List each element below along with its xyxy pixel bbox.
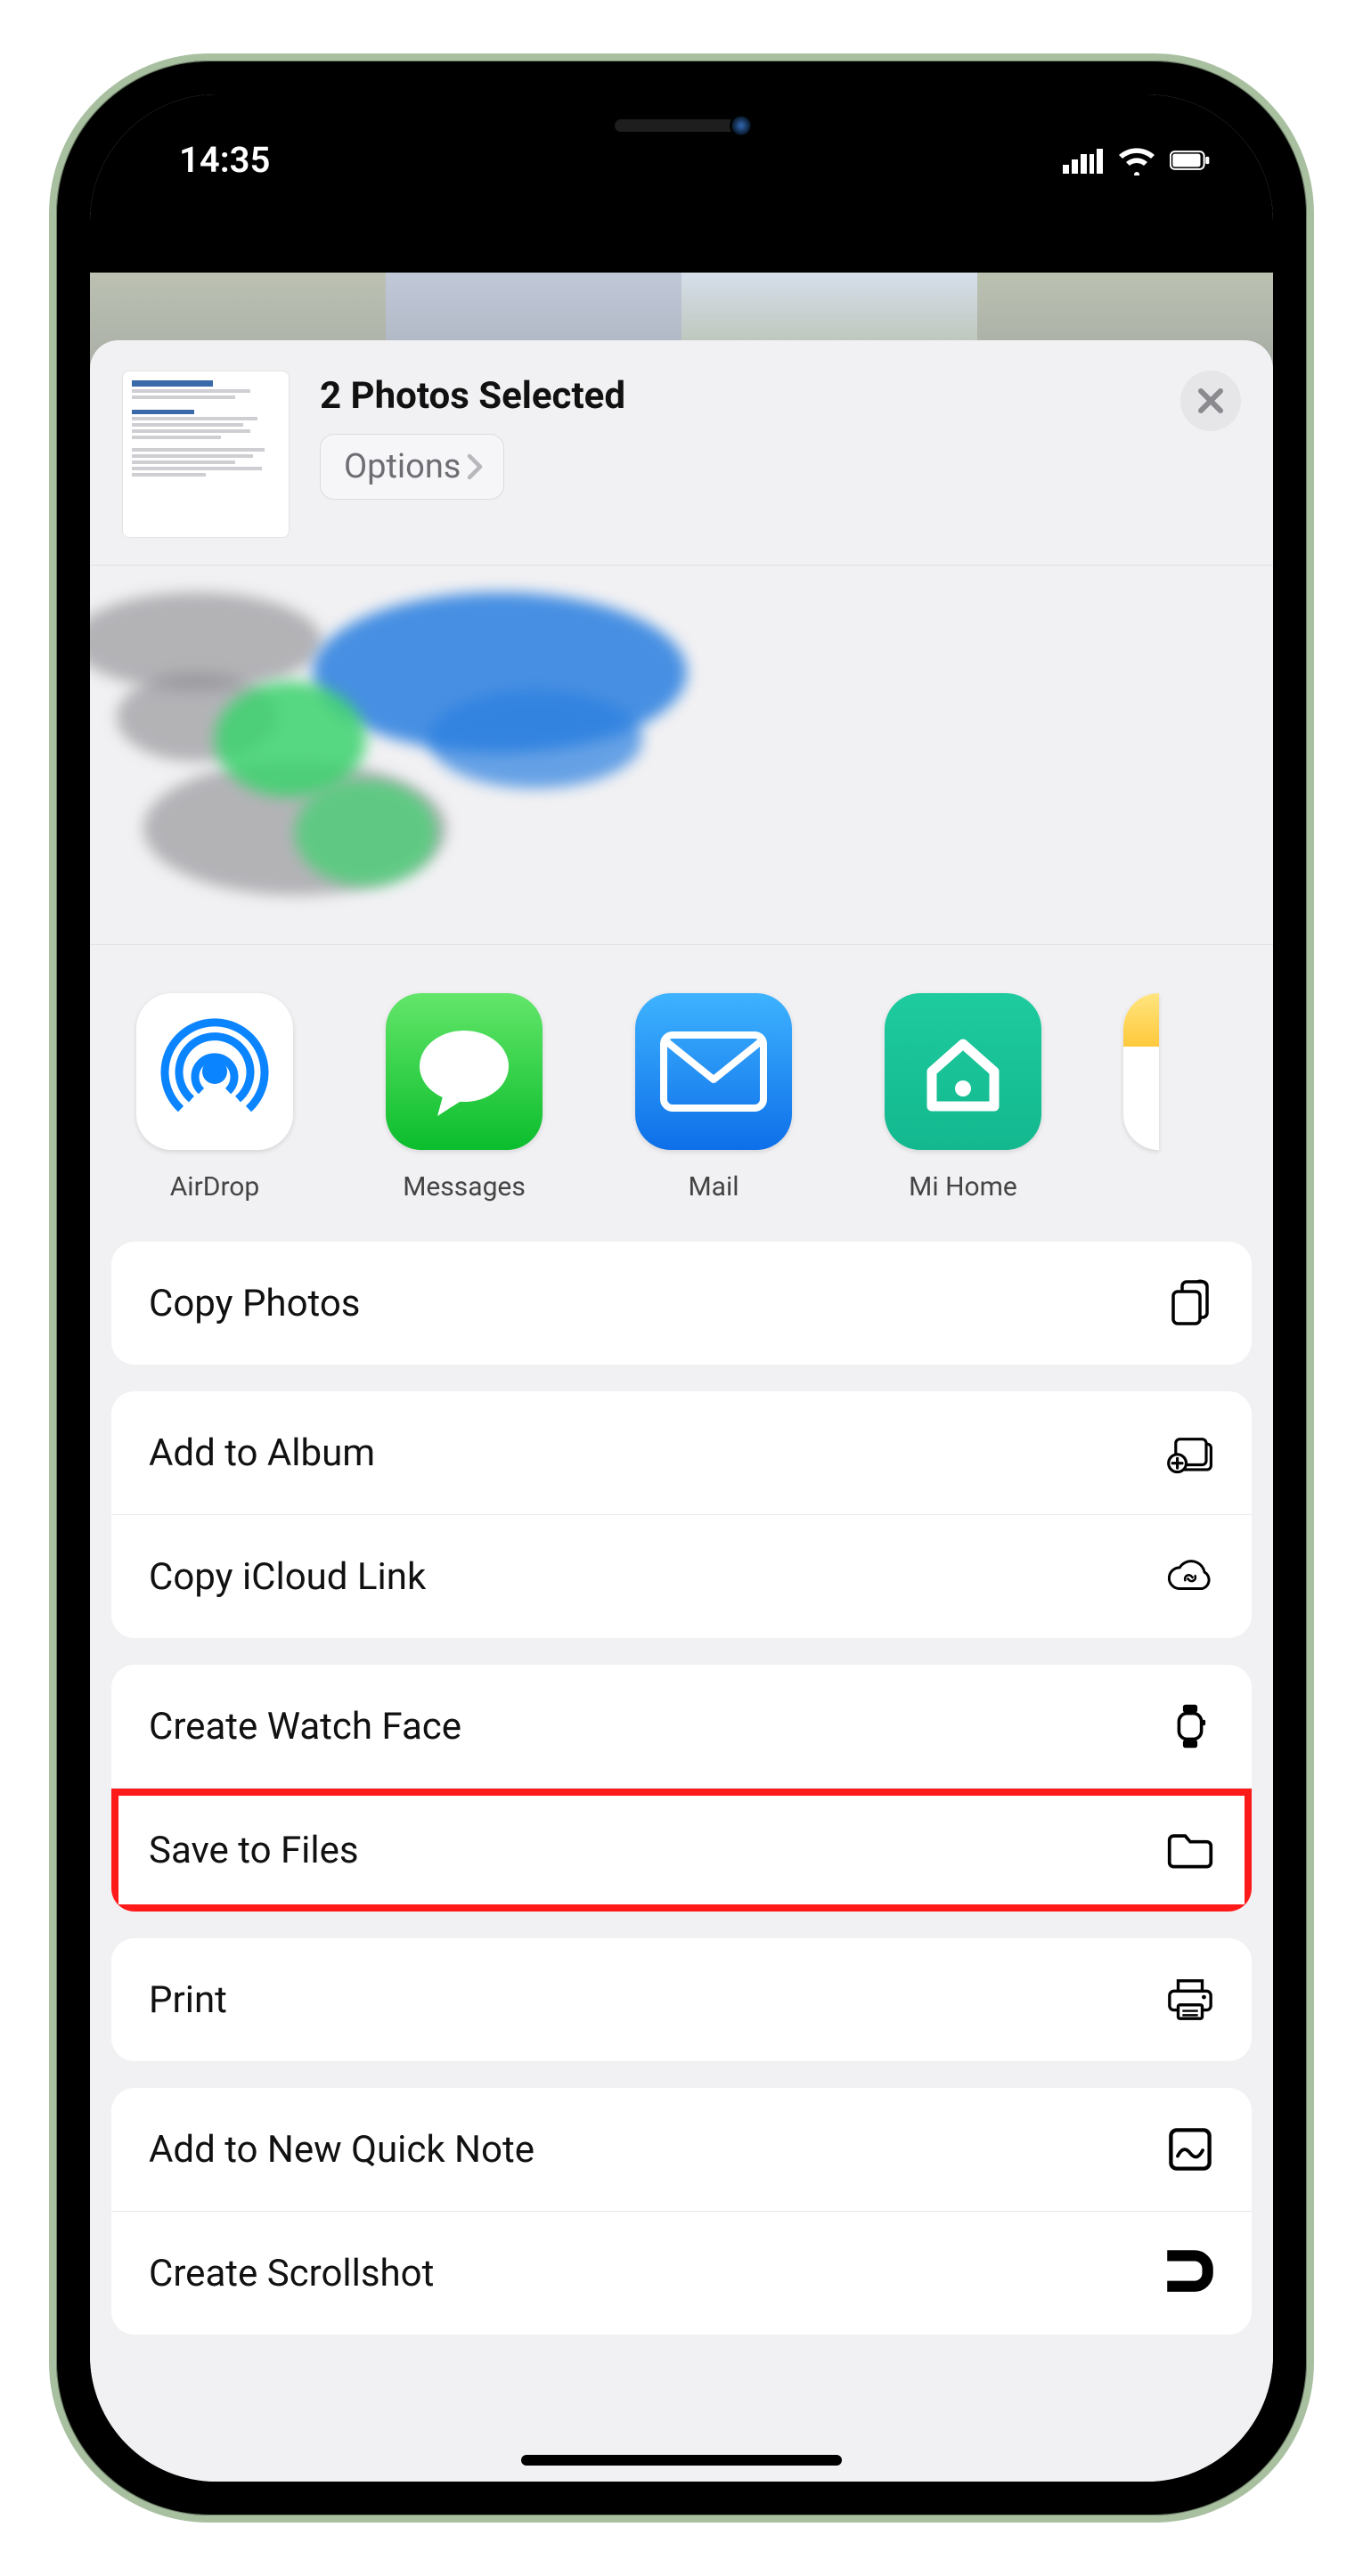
cloud-link-icon	[1166, 1553, 1214, 1601]
action-label: Copy iCloud Link	[149, 1555, 426, 1599]
action-copy-photos[interactable]: Copy Photos	[111, 1242, 1252, 1365]
suggestions-area	[90, 566, 1273, 945]
action-label: Add to New Quick Note	[149, 2128, 535, 2172]
app-label: Mail	[624, 1171, 803, 1202]
volume-down-button	[49, 1005, 53, 1192]
quick-note-icon	[1166, 2125, 1214, 2173]
chevron-right-icon	[466, 453, 486, 480]
app-label: Mi Home	[874, 1171, 1052, 1202]
action-label: Save to Files	[149, 1829, 359, 1872]
battery-icon	[1170, 145, 1211, 175]
cellular-icon	[1063, 145, 1104, 175]
options-label: Options	[344, 447, 461, 486]
mail-icon	[635, 993, 792, 1150]
action-create-watch-face[interactable]: Create Watch Face	[111, 1665, 1252, 1788]
action-label: Copy Photos	[149, 1282, 360, 1325]
action-label: Create Watch Face	[149, 1705, 461, 1749]
status-icons	[1063, 145, 1211, 175]
action-label: Create Scrollshot	[149, 2252, 434, 2295]
front-camera	[730, 114, 753, 137]
printer-icon	[1166, 1976, 1214, 2024]
share-app-mail[interactable]: Mail	[624, 993, 803, 1202]
share-app-notes-peek[interactable]	[1123, 993, 1159, 1171]
options-button[interactable]: Options	[320, 434, 504, 500]
app-label: AirDrop	[126, 1171, 304, 1202]
volume-up-button	[49, 773, 53, 960]
watch-icon	[1166, 1702, 1214, 1750]
share-app-mihome[interactable]: Mi Home	[874, 993, 1052, 1202]
close-icon	[1196, 386, 1226, 416]
action-add-to-album[interactable]: Add to Album	[111, 1391, 1252, 1514]
action-print[interactable]: Print	[111, 1938, 1252, 2061]
mihome-icon	[885, 993, 1041, 1150]
notes-icon	[1123, 993, 1159, 1150]
share-sheet: 2 Photos Selected Options	[90, 340, 1273, 2482]
action-add-quick-note[interactable]: Add to New Quick Note	[111, 2088, 1252, 2211]
sheet-header: 2 Photos Selected Options	[90, 340, 1273, 566]
app-share-row[interactable]: AirDrop Messages Mail	[90, 945, 1273, 1242]
wifi-icon	[1116, 145, 1157, 175]
action-copy-icloud-link[interactable]: Copy iCloud Link	[111, 1514, 1252, 1638]
home-indicator[interactable]	[521, 2455, 842, 2466]
close-button[interactable]	[1180, 371, 1241, 431]
status-time: 14:35	[179, 139, 270, 181]
airdrop-icon	[136, 993, 293, 1150]
status-area: 14:35	[90, 94, 1273, 379]
copy-icon	[1166, 1279, 1214, 1327]
action-save-to-files[interactable]: Save to Files	[111, 1788, 1252, 1912]
photo-thumbnail[interactable]	[122, 371, 290, 538]
app-label: Messages	[375, 1171, 553, 1202]
action-label: Print	[149, 1978, 227, 2022]
action-create-scrollshot[interactable]: Create Scrollshot	[111, 2211, 1252, 2335]
action-label: Add to Album	[149, 1431, 375, 1475]
folder-icon	[1166, 1826, 1214, 1874]
sheet-title: 2 Photos Selected	[320, 374, 1150, 418]
actions-list: Copy Photos Add to Album Copy iCloud Lin…	[90, 1242, 1273, 2397]
screen: 14:35	[90, 94, 1273, 2482]
mute-switch	[49, 599, 53, 697]
album-add-icon	[1166, 1429, 1214, 1477]
scrollshot-icon	[1166, 2249, 1214, 2297]
notch	[441, 94, 922, 164]
share-app-airdrop[interactable]: AirDrop	[126, 993, 304, 1202]
power-button	[1310, 827, 1314, 1112]
messages-icon	[386, 993, 543, 1150]
phone-frame: 14:35	[49, 53, 1314, 2523]
share-app-messages[interactable]: Messages	[375, 993, 553, 1202]
